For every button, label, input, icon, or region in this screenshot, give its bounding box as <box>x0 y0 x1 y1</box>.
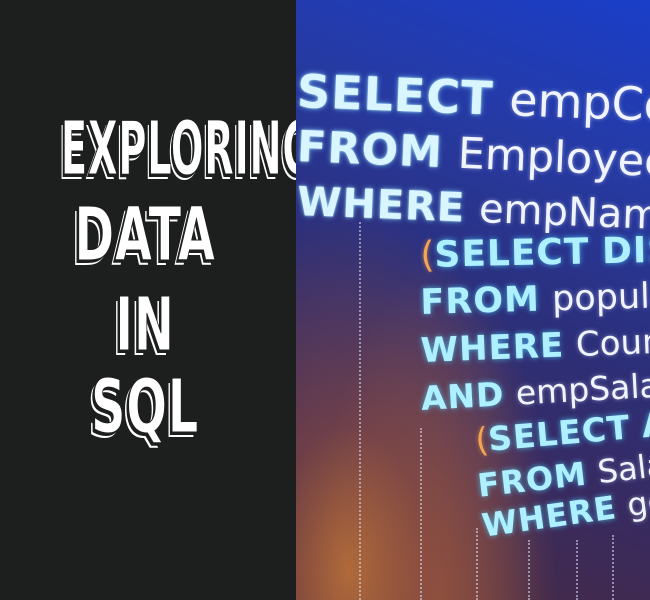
code-line: (SELECT DIST <box>419 229 650 276</box>
code-line: FROM Employee <box>296 122 650 188</box>
sql-code-photo: SELECT empCode, e FROM Employee WHERE em… <box>296 0 650 600</box>
code-line: WHERE Count <box>419 321 650 371</box>
sql-identifier: empCode <box>508 72 650 135</box>
sql-keyword: FROM <box>419 279 541 323</box>
sql-keyword: AND <box>419 374 506 418</box>
sql-keyword: SELECT <box>433 231 590 276</box>
title-word-exploring: EXPLORING <box>60 106 315 192</box>
sql-keyword: DIST <box>601 229 650 273</box>
title-word-data: DATA <box>74 192 216 278</box>
code-block: SELECT empCode, e FROM Employee WHERE em… <box>296 0 650 600</box>
sql-identifier: empSalar <box>514 364 650 413</box>
title-word-sql: SQL <box>91 364 199 450</box>
sql-identifier: Employee <box>456 128 650 188</box>
code-line: SELECT empCode, e <box>296 64 650 135</box>
code-line: FROM populat <box>419 275 650 323</box>
sql-identifier: populat <box>551 275 650 320</box>
sql-keyword: FROM <box>296 122 444 179</box>
sql-keyword: WHERE <box>296 179 467 232</box>
sql-identifier: Count <box>575 321 650 366</box>
poster: EXPLORING DATA IN SQL SELECT empCode, e … <box>0 0 650 600</box>
title-word-in: IN <box>115 282 175 368</box>
sql-keyword: WHERE <box>419 325 565 371</box>
sql-identifier: ge <box>624 481 650 525</box>
sql-paren: ( <box>419 234 435 276</box>
sql-keyword: A <box>640 404 650 446</box>
code-line: WHERE empName in <box>296 179 650 242</box>
sql-keyword: SELECT <box>296 64 495 126</box>
title-panel: EXPLORING DATA IN SQL <box>0 0 315 600</box>
